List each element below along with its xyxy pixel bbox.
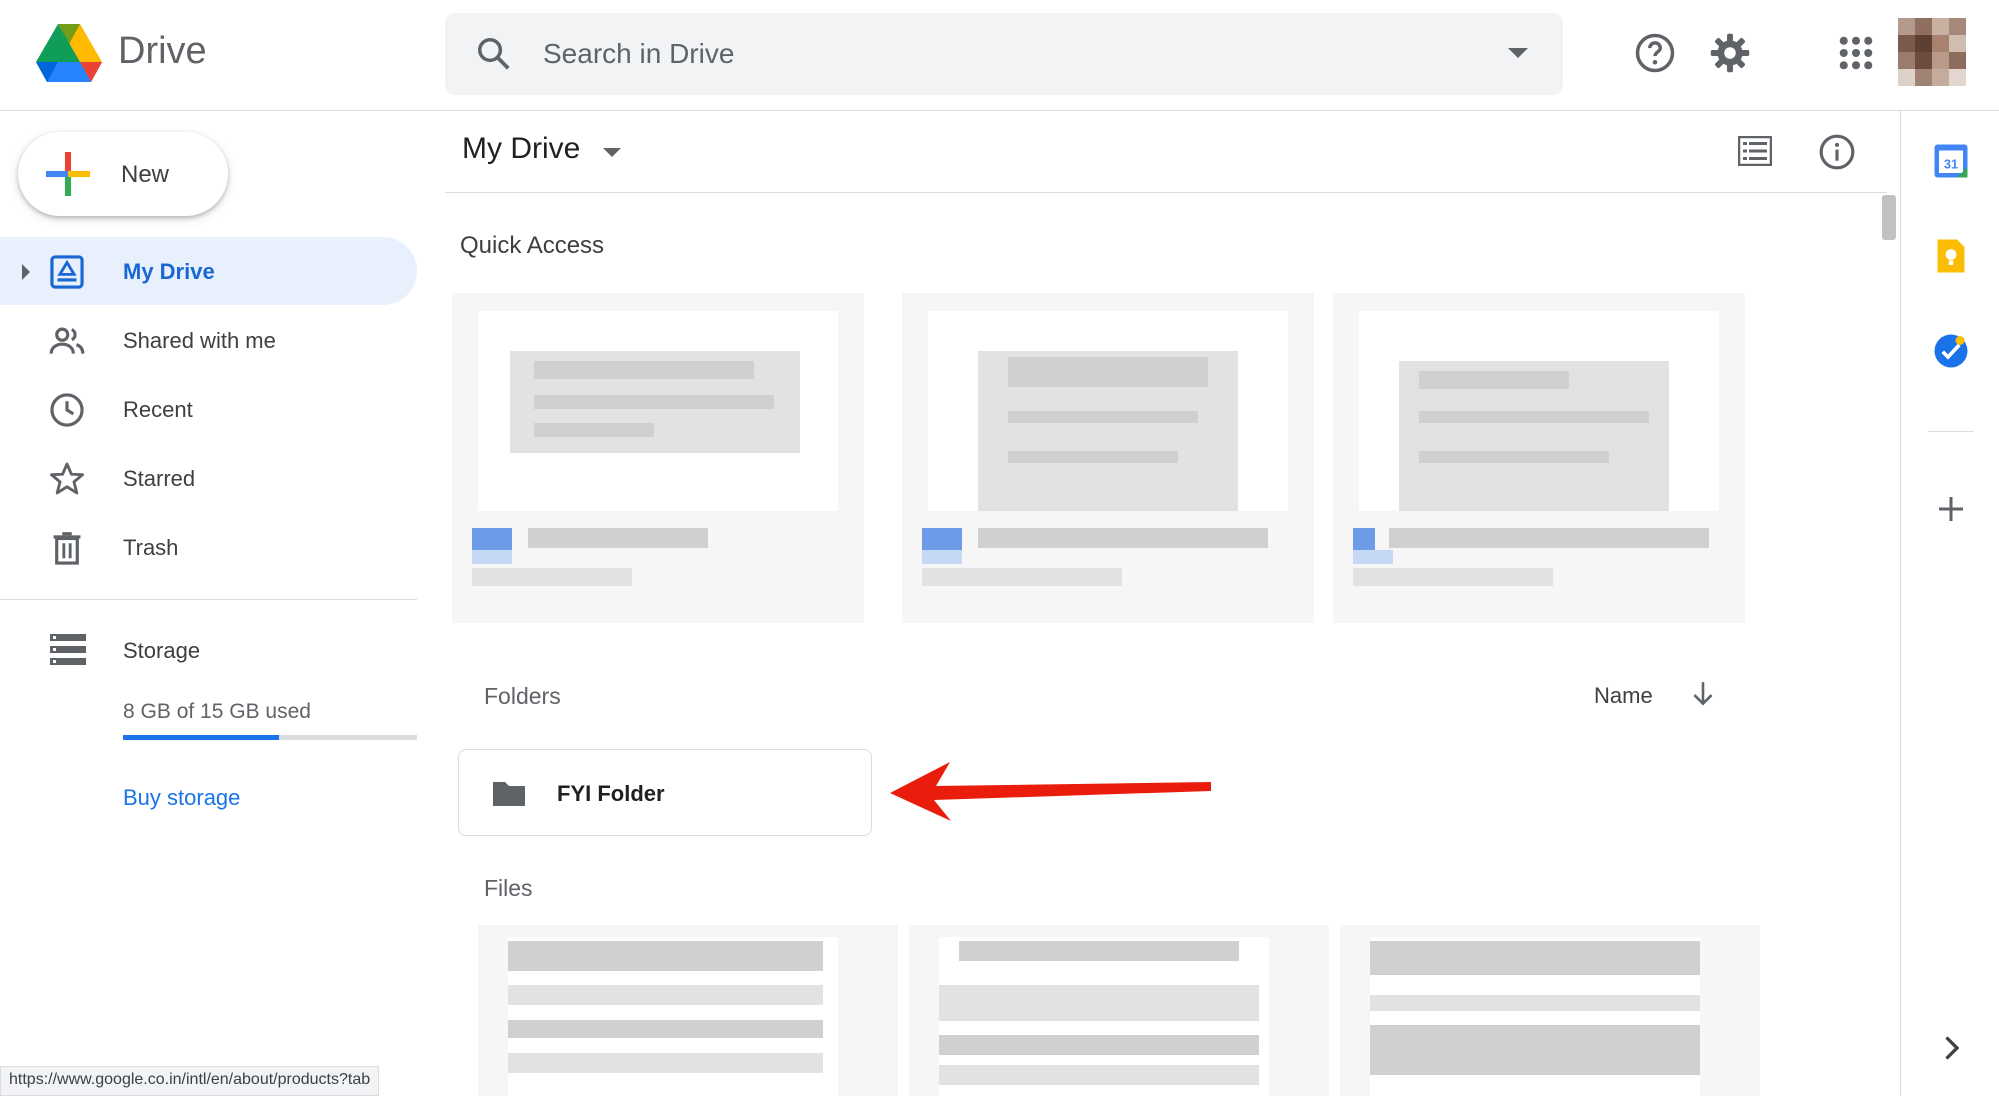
sidebar-item-trash[interactable]: Trash	[0, 513, 417, 581]
app-brand[interactable]: Drive	[118, 30, 207, 73]
title-dropdown-icon[interactable]	[603, 148, 621, 157]
top-bar: Drive Search in Drive	[0, 0, 1999, 111]
file-card[interactable]	[1340, 925, 1760, 1096]
storage-progress-fill	[123, 735, 279, 740]
files-heading: Files	[484, 875, 533, 901]
star-icon	[50, 462, 84, 495]
help-icon[interactable]	[1634, 32, 1676, 74]
add-icon[interactable]	[1933, 491, 1969, 527]
sidebar-item-recent[interactable]: Recent	[0, 375, 417, 443]
sidebar-item-label: Shared with me	[123, 328, 276, 353]
storage-progress-bar	[123, 735, 417, 740]
sidebar-item-label: My Drive	[123, 259, 215, 284]
file-thumbnail	[478, 311, 838, 511]
sidebar-item-label: Trash	[123, 535, 179, 560]
sidebar-item-label: Recent	[123, 397, 193, 422]
vertical-scrollbar[interactable]	[1882, 195, 1896, 240]
sort-direction-arrow-icon[interactable]	[1690, 680, 1716, 708]
status-bar-url: https://www.google.co.in/intl/en/about/p…	[0, 1066, 380, 1096]
info-icon[interactable]	[1818, 133, 1856, 171]
file-card[interactable]	[909, 925, 1329, 1096]
expand-panel-icon[interactable]	[1933, 1030, 1969, 1066]
buy-storage-link[interactable]: Buy storage	[123, 785, 240, 811]
list-view-icon[interactable]	[1738, 136, 1772, 166]
side-panel-divider	[1928, 431, 1974, 432]
sidebar-item-shared-with-me[interactable]: Shared with me	[0, 306, 417, 374]
sidebar-item-starred[interactable]: Starred	[0, 444, 417, 512]
storage-icon	[50, 634, 86, 665]
svg-text:31: 31	[1944, 157, 1958, 172]
search-bar[interactable]: Search in Drive	[445, 13, 1563, 95]
new-button[interactable]: New	[18, 132, 228, 216]
quick-access-heading: Quick Access	[460, 232, 605, 259]
search-options-dropdown-icon[interactable]	[1508, 48, 1528, 58]
folder-card[interactable]: FYI Folder	[458, 749, 872, 836]
calendar-icon[interactable]: 31	[1933, 143, 1969, 179]
avatar[interactable]	[1898, 18, 1966, 86]
new-button-label: New	[121, 161, 170, 188]
keep-icon[interactable]	[1933, 238, 1969, 274]
clock-icon	[50, 393, 84, 427]
gear-icon[interactable]	[1709, 32, 1751, 74]
drive-logo-icon[interactable]	[36, 24, 102, 82]
main-header-divider	[445, 192, 1887, 193]
storage-usage-text: 8 GB of 15 GB used	[123, 700, 311, 723]
quick-access-card[interactable]	[1333, 293, 1745, 623]
sidebar-item-my-drive[interactable]: My Drive	[0, 237, 417, 305]
search-icon[interactable]	[475, 35, 513, 73]
folder-icon	[493, 782, 525, 806]
plus-icon	[46, 152, 90, 196]
file-thumbnail	[928, 311, 1288, 511]
sidebar-divider	[0, 599, 417, 600]
folder-name: FYI Folder	[557, 781, 665, 806]
folders-heading: Folders	[484, 683, 561, 709]
trash-icon	[53, 532, 81, 565]
storage-link[interactable]: Storage	[123, 638, 200, 664]
quick-access-card[interactable]	[452, 293, 864, 623]
people-icon	[49, 327, 85, 354]
quick-access-card[interactable]	[902, 293, 1314, 623]
apps-grid-icon[interactable]	[1835, 32, 1877, 74]
sort-by-name-button[interactable]: Name	[1594, 683, 1653, 709]
search-input[interactable]: Search in Drive	[543, 38, 734, 70]
file-card[interactable]	[478, 925, 898, 1096]
page-title[interactable]: My Drive	[462, 132, 580, 166]
file-thumbnail	[1359, 311, 1719, 511]
side-panel: 31	[1900, 111, 1999, 1096]
my-drive-icon	[50, 255, 84, 289]
sidebar-item-label: Starred	[123, 466, 196, 491]
tasks-icon[interactable]	[1933, 333, 1969, 369]
expand-caret-icon[interactable]	[22, 264, 30, 280]
red-arrow-annotation	[890, 762, 1211, 821]
